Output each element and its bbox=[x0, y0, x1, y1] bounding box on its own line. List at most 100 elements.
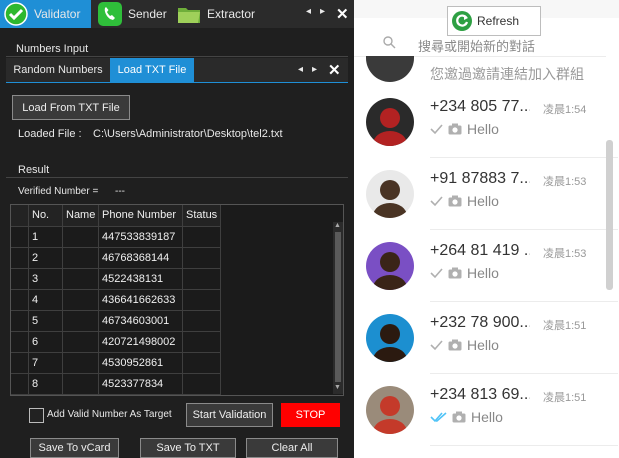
chat-last-message: Hello bbox=[428, 121, 499, 137]
row-selector[interactable] bbox=[11, 311, 29, 332]
table-cell[interactable]: 3 bbox=[29, 269, 63, 290]
table-cell[interactable]: 1 bbox=[29, 227, 63, 248]
contact-photo-icon bbox=[366, 314, 414, 362]
subtab-close-icon[interactable]: ✕ bbox=[328, 61, 341, 79]
tab-next-button[interactable]: ▸ bbox=[320, 6, 325, 17]
check-icon bbox=[430, 268, 443, 279]
chat-list-item[interactable]: +91 87883 7... 凌晨1:53 Hello bbox=[354, 158, 618, 230]
close-icon[interactable]: ✕ bbox=[336, 5, 349, 23]
save-to-txt-button[interactable]: Save To TXT bbox=[140, 438, 236, 458]
add-valid-target-label: Add Valid Number As Target bbox=[47, 409, 172, 420]
table-cell[interactable]: 46768368144 bbox=[99, 248, 183, 269]
table-cell[interactable] bbox=[183, 353, 221, 374]
row-selector[interactable] bbox=[11, 269, 29, 290]
chat-list-scrollbar[interactable] bbox=[606, 140, 613, 290]
search-input[interactable]: 搜尋或開始新的對話 bbox=[418, 36, 598, 54]
table-cell[interactable]: 420721498002 bbox=[99, 332, 183, 353]
column-header[interactable]: Status bbox=[183, 205, 221, 227]
camera-icon bbox=[448, 123, 462, 135]
partial-chat-message: 您邀過邀請連結加入群組 bbox=[430, 66, 584, 82]
chat-message-text: Hello bbox=[467, 265, 499, 281]
contact-photo-icon bbox=[366, 170, 414, 218]
tab-validator-label: Validator bbox=[34, 7, 81, 21]
row-selector[interactable] bbox=[11, 353, 29, 374]
search-icon[interactable] bbox=[383, 36, 396, 49]
save-to-vcard-button[interactable]: Save To vCard bbox=[30, 438, 119, 458]
row-selector[interactable] bbox=[11, 290, 29, 311]
table-cell[interactable] bbox=[63, 353, 99, 374]
chat-time: 凌晨1:53 bbox=[543, 248, 587, 260]
row-selector[interactable] bbox=[11, 332, 29, 353]
subtab-prev-button[interactable]: ◂ bbox=[298, 64, 303, 75]
table-cell[interactable]: 436641662633 bbox=[99, 290, 183, 311]
chat-list-item[interactable]: +232 78 900... 凌晨1:51 Hello bbox=[354, 302, 618, 374]
subtab-load-txt-file[interactable]: Load TXT File bbox=[110, 58, 194, 82]
camera-icon bbox=[448, 267, 462, 279]
result-divider bbox=[6, 177, 348, 178]
subtab-random-numbers[interactable]: Random Numbers bbox=[6, 58, 110, 82]
stop-button[interactable]: STOP bbox=[281, 403, 340, 427]
column-header[interactable]: No. bbox=[29, 205, 63, 227]
table-cell[interactable]: 2 bbox=[29, 248, 63, 269]
numbers-input-title: Numbers Input bbox=[16, 43, 89, 55]
table-cell[interactable] bbox=[63, 248, 99, 269]
table-cell[interactable]: 4522438131 bbox=[99, 269, 183, 290]
table-cell[interactable] bbox=[183, 227, 221, 248]
table-cell[interactable] bbox=[183, 248, 221, 269]
chat-last-message: Hello bbox=[428, 409, 503, 425]
tab-extractor-label: Extractor bbox=[207, 7, 256, 21]
table-cell[interactable] bbox=[183, 269, 221, 290]
table-cell[interactable]: 447533839187 bbox=[99, 227, 183, 248]
scroll-down-arrow-icon[interactable]: ▼ bbox=[334, 384, 341, 391]
table-cell[interactable]: 46734603001 bbox=[99, 311, 183, 332]
chat-list-item[interactable]: +234 805 77... 凌晨1:54 Hello bbox=[354, 86, 618, 158]
table-cell[interactable] bbox=[183, 374, 221, 395]
table-scrollbar-thumb[interactable] bbox=[335, 232, 341, 382]
clear-all-button[interactable]: Clear All bbox=[246, 438, 338, 458]
whatsapp-phone-icon bbox=[98, 2, 122, 26]
loaded-file-label: Loaded File : bbox=[18, 128, 82, 140]
table-cell[interactable] bbox=[183, 290, 221, 311]
table-cell[interactable] bbox=[63, 332, 99, 353]
table-cell[interactable]: 6 bbox=[29, 332, 63, 353]
column-header[interactable]: Name bbox=[63, 205, 99, 227]
table-cell[interactable] bbox=[63, 374, 99, 395]
row-selector[interactable] bbox=[11, 374, 29, 395]
table-cell[interactable] bbox=[63, 290, 99, 311]
avatar bbox=[366, 314, 414, 362]
scroll-up-arrow-icon[interactable]: ▲ bbox=[334, 222, 341, 229]
row-selector[interactable] bbox=[11, 248, 29, 269]
table-cell[interactable] bbox=[183, 311, 221, 332]
table-cell[interactable] bbox=[183, 332, 221, 353]
subtab-next-button[interactable]: ▸ bbox=[312, 64, 317, 75]
chat-contact-name: +91 87883 7... bbox=[430, 170, 530, 187]
column-header[interactable]: Phone Number bbox=[99, 205, 183, 227]
table-cell[interactable]: 5 bbox=[29, 311, 63, 332]
table-cell[interactable] bbox=[63, 227, 99, 248]
chat-list-item[interactable]: +234 813 69... 凌晨1:51 Hello bbox=[354, 374, 618, 446]
chat-contact-name: +264 81 419 ... bbox=[430, 242, 530, 259]
chat-contact-name: +234 813 69... bbox=[430, 386, 530, 403]
table-cell[interactable]: 4530952861 bbox=[99, 353, 183, 374]
table-cell[interactable] bbox=[63, 269, 99, 290]
add-valid-target-checkbox[interactable] bbox=[29, 408, 44, 423]
double-check-icon bbox=[430, 412, 447, 423]
table-cell[interactable]: 4 bbox=[29, 290, 63, 311]
tab-prev-button[interactable]: ◂ bbox=[306, 6, 311, 17]
row-selector[interactable] bbox=[11, 227, 29, 248]
row-header-corner bbox=[11, 205, 29, 227]
chat-list-item[interactable]: +264 81 419 ... 凌晨1:53 Hello bbox=[354, 230, 618, 302]
table-cell[interactable] bbox=[63, 311, 99, 332]
start-validation-button[interactable]: Start Validation bbox=[186, 403, 273, 427]
avatar bbox=[366, 242, 414, 290]
chat-message-text: Hello bbox=[471, 409, 503, 425]
avatar bbox=[366, 98, 414, 146]
tab-extractor[interactable]: Extractor bbox=[173, 0, 283, 28]
table-cell[interactable]: 7 bbox=[29, 353, 63, 374]
tab-sender[interactable]: Sender bbox=[94, 0, 172, 28]
table-cell[interactable]: 4523377834 bbox=[99, 374, 183, 395]
table-cell[interactable]: 8 bbox=[29, 374, 63, 395]
tab-validator[interactable]: Validator bbox=[0, 0, 91, 28]
refresh-button[interactable]: Refresh bbox=[447, 6, 541, 36]
load-from-txt-button[interactable]: Load From TXT File bbox=[12, 95, 130, 120]
